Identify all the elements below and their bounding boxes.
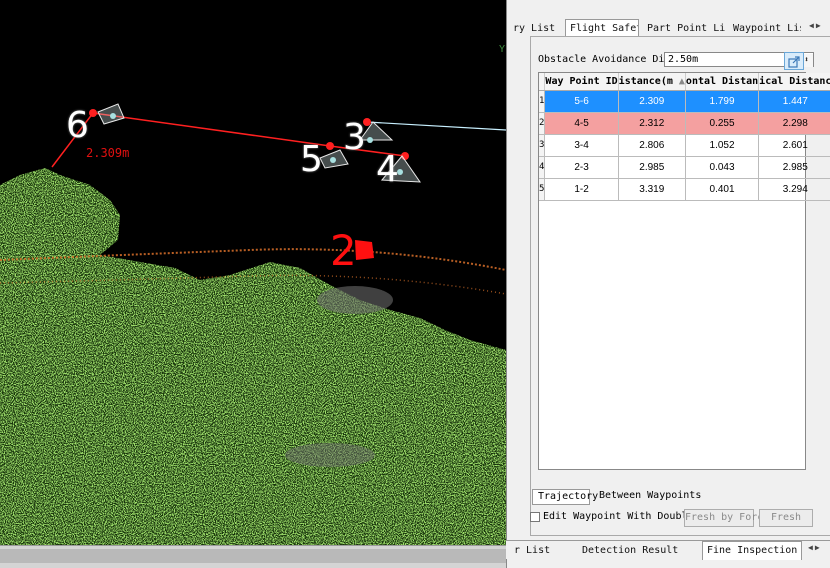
avoidance-distance-value: 2.50m [668, 54, 699, 65]
point-cloud-viewport[interactable]: 6 2.309m 5 3 4 2 Y [0, 0, 506, 545]
fresh-by-force-button[interactable]: Fresh by Force [684, 509, 769, 527]
tab-between-waypoints[interactable]: Between Waypoints [594, 489, 701, 505]
cell-horizontal: 1.799 [685, 90, 760, 113]
cell-waypoint-id: 2-3 [544, 156, 619, 179]
tab-detection-result-list[interactable]: Detection Result List [578, 543, 682, 560]
cell-vertical: 2.601 [758, 134, 830, 157]
viewport-status-bar [0, 545, 506, 568]
cell-waypoint-id: 5-6 [544, 90, 619, 113]
waypoint-5-label: 5 [300, 139, 323, 180]
table-row[interactable]: 3 3-4 2.806 1.052 2.601 [539, 134, 830, 157]
distance-label: 2.309m [86, 146, 130, 160]
cell-distance: 2.312 [618, 112, 686, 135]
bottom-tab-bar: r List Detection Result List Fine Inspec… [506, 540, 830, 560]
axis-label: Y [499, 44, 506, 55]
table-row[interactable]: 4 2-3 2.985 0.043 2.985 [539, 156, 830, 179]
tab-trajectory[interactable]: Trajectory [532, 489, 598, 505]
export-icon [788, 56, 800, 68]
waypoint-2-label: 2 [330, 226, 357, 275]
cell-waypoint-id: 4-5 [544, 112, 619, 135]
waypoint-6-label: 6 [66, 105, 89, 146]
header-distance[interactable]: istance(m ▲ [618, 73, 686, 91]
cell-horizontal: 0.255 [685, 112, 760, 135]
sort-asc-icon: ▲ [678, 75, 685, 87]
fresh-button[interactable]: Fresh [759, 509, 813, 527]
header-horizontal-distance[interactable]: ontal Distan [685, 73, 760, 91]
table-header-row: Way Point ID istance(m ▲ ontal Distan ic… [539, 73, 830, 91]
cell-distance: 2.985 [618, 156, 686, 179]
waypoint-4-label: 4 [376, 149, 399, 190]
cell-waypoint-id: 3-4 [544, 134, 619, 157]
cell-vertical: 3.294 [758, 178, 830, 201]
cell-distance: 2.309 [618, 90, 686, 113]
options-row: Edit Waypoint With Doubleclick Fresh by … [530, 509, 816, 527]
cell-horizontal: 0.401 [685, 178, 760, 201]
edit-waypoint-checkbox[interactable] [530, 512, 540, 522]
cell-distance: 3.319 [618, 178, 686, 201]
tab-scroll-arrows-icon[interactable]: ◀▶ [809, 21, 829, 36]
horizontal-scrollbar[interactable] [0, 549, 506, 563]
table-row[interactable]: 2 4-5 2.312 0.255 2.298 [539, 112, 830, 135]
cell-horizontal: 0.043 [685, 156, 760, 179]
cell-waypoint-id: 1-2 [544, 178, 619, 201]
apply-distance-button[interactable] [784, 52, 804, 70]
table-row[interactable]: 1 5-6 2.309 1.799 1.447 [539, 90, 830, 113]
table-row[interactable]: 5 1-2 3.319 0.401 3.294 [539, 178, 830, 201]
waypoint-3-label: 3 [343, 117, 366, 158]
point-cloud-canvas [0, 103, 506, 545]
bottom-tab-scroll-arrows-icon[interactable]: ◀▶ [808, 543, 828, 558]
flight-safety-table: Way Point ID istance(m ▲ ontal Distan ic… [538, 72, 830, 470]
tab-fine-inspection[interactable]: Fine Inspection [702, 541, 802, 560]
cell-vertical: 2.298 [758, 112, 830, 135]
cell-distance: 2.806 [618, 134, 686, 157]
cell-vertical: 1.447 [758, 90, 830, 113]
header-vertical-distance[interactable]: ical Distanc [758, 73, 830, 91]
cell-horizontal: 1.052 [685, 134, 760, 157]
header-waypoint-id[interactable]: Way Point ID [544, 73, 619, 91]
tab-bottom-list[interactable]: r List [510, 543, 550, 560]
cell-vertical: 2.985 [758, 156, 830, 179]
